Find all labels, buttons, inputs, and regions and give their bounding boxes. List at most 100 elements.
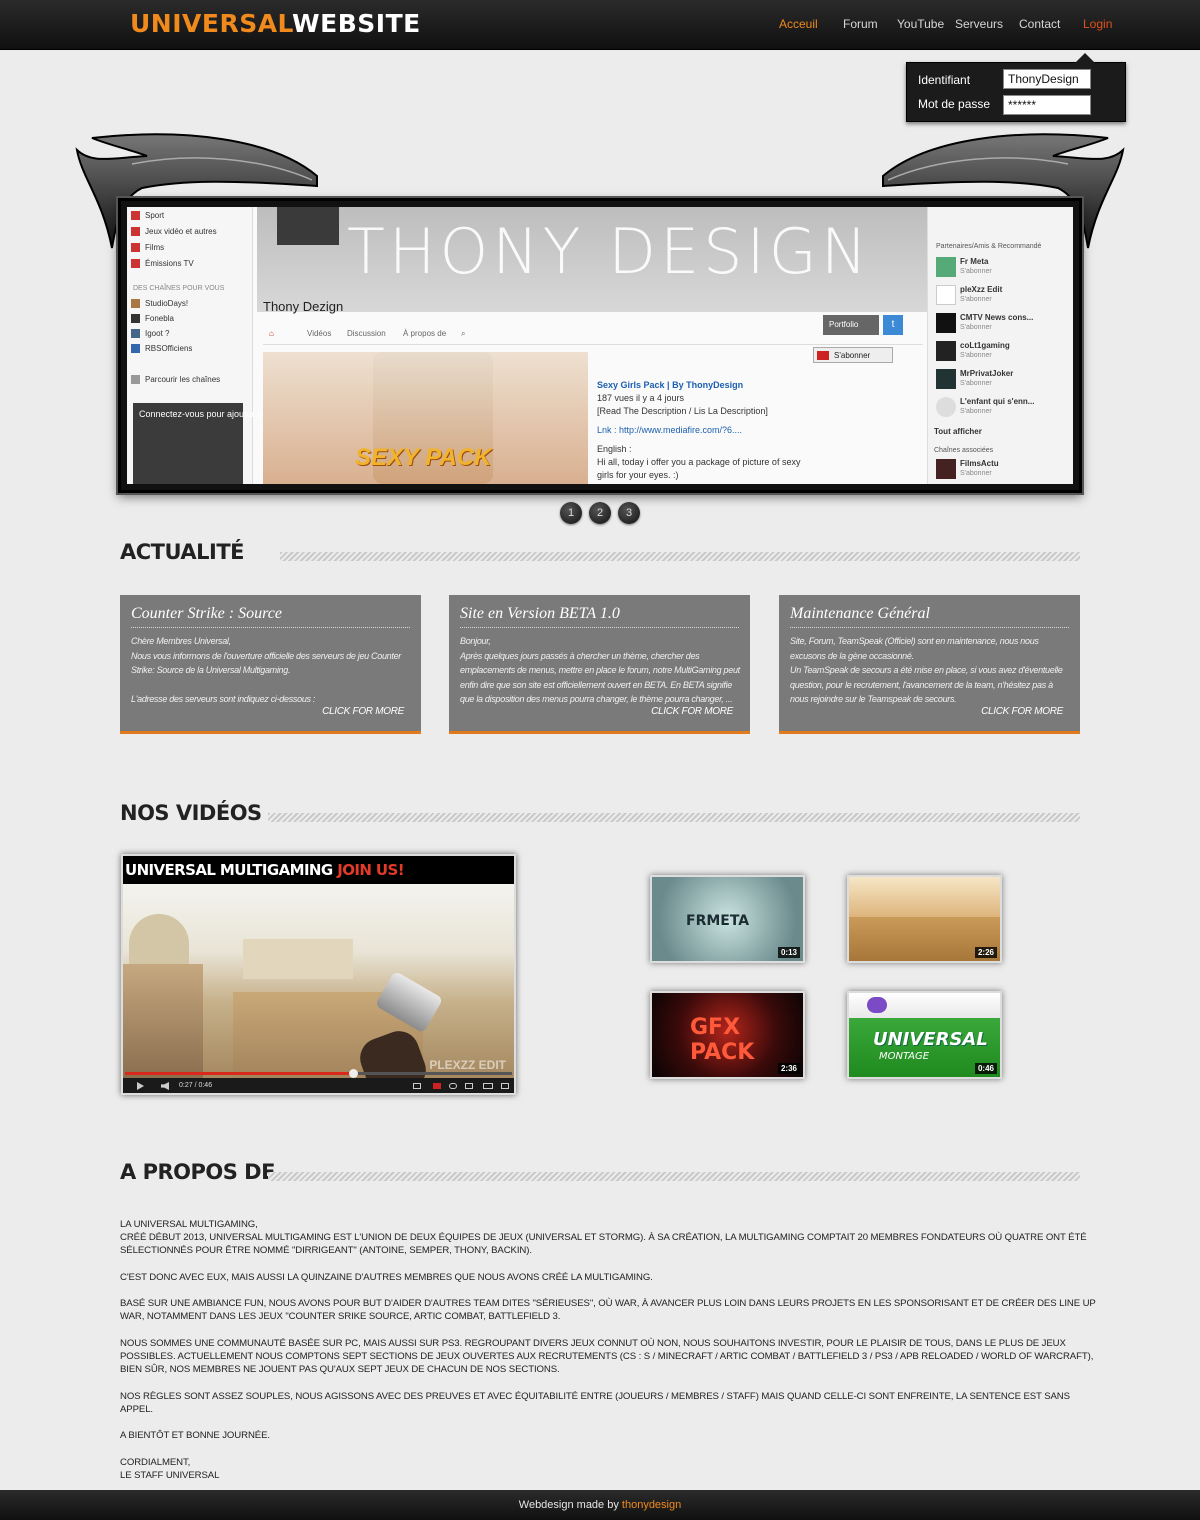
related-sub: S'abonner bbox=[960, 296, 992, 303]
related-sub: S'abonner bbox=[960, 380, 992, 387]
slider-dot-3[interactable]: 3 bbox=[618, 502, 640, 524]
youtube-icon[interactable] bbox=[433, 1083, 441, 1089]
video-overlay-text: SEXY PACK bbox=[355, 444, 492, 471]
related-item: L'enfant qui s'enn... bbox=[960, 397, 1035, 406]
click-for-more-link[interactable]: CLICK FOR MORE bbox=[981, 706, 1063, 717]
related-item: coLt1gaming bbox=[960, 341, 1010, 350]
logo-part1: UNIVERSAL bbox=[130, 9, 293, 38]
about-paragraph: Cordialment, Le Staff Universal bbox=[120, 1456, 220, 1481]
desc-line: [Read The Description / Lis La Descripti… bbox=[597, 406, 768, 416]
about-text: La Universal MultiGaming, Créé début 201… bbox=[120, 1218, 1100, 1495]
nav-login[interactable]: Login bbox=[1083, 17, 1112, 31]
fullscreen-icon[interactable] bbox=[501, 1083, 509, 1089]
yt-side-item: Jeux vidéo et autres bbox=[145, 227, 217, 236]
username-field[interactable]: ThonyDesign bbox=[1003, 69, 1091, 89]
news-card: Site en Version BETA 1.0 Bonjour, Après … bbox=[449, 595, 750, 734]
home-icon: ⌂ bbox=[269, 329, 274, 338]
video-thumbnail[interactable]: 2:26 bbox=[847, 875, 1002, 963]
logo-part2: WEBSITE bbox=[292, 9, 421, 38]
tab-about: À propos de bbox=[403, 329, 447, 338]
related-item: MrPrivatJoker bbox=[960, 369, 1014, 378]
video-thumbnail[interactable]: GFX PACK 2:36 bbox=[650, 991, 805, 1079]
section-title-news: ACTUALITÉ bbox=[120, 540, 245, 564]
about-paragraph: A bientôt et bonne journée. bbox=[120, 1430, 270, 1442]
news-card-body: Chère Membres Universal, Nous vous infor… bbox=[131, 636, 401, 704]
thumb-label: FRMETA bbox=[686, 913, 750, 929]
theater-icon[interactable] bbox=[483, 1083, 493, 1089]
main-video-player[interactable]: UNIVERSAL MULTIGAMING JOIN US! PLEXZZ ED… bbox=[121, 854, 516, 1095]
related-title: Partenaires/Amis & Recommandé bbox=[936, 243, 1042, 250]
desc-line: Hi all, today i offer you a package of p… bbox=[597, 457, 801, 480]
subscribe-button: S'abonner bbox=[813, 347, 893, 363]
channel-tabs: ⌂ Vidéos Discussion À propos de ⌕ bbox=[263, 325, 923, 345]
related-sub: S'abonner bbox=[960, 408, 992, 415]
thumb-duration: 2:26 bbox=[974, 947, 997, 958]
about-paragraph: Nos règles sont assez souples, nous agis… bbox=[120, 1390, 1070, 1415]
yt-side-heading: DES CHAÎNES POUR VOUS bbox=[133, 285, 225, 292]
related-item: pleXzz Edit bbox=[960, 285, 1003, 294]
associated-title: Chaînes associées bbox=[934, 447, 994, 454]
password-field[interactable]: ****** bbox=[1003, 95, 1091, 115]
slider-dot-1[interactable]: 1 bbox=[560, 502, 582, 524]
desc-link: Lnk : http://www.mediafire.com/?6.... bbox=[597, 425, 743, 435]
desc-line: English : bbox=[597, 444, 632, 454]
footer: Webdesign made by thonydesign bbox=[0, 1490, 1200, 1520]
yt-side-item: Films bbox=[145, 243, 165, 252]
slide-youtube-screenshot: Sport Jeux vidéo et autres Films Émissio… bbox=[127, 207, 1073, 484]
related-sub: S'abonner bbox=[960, 268, 992, 275]
yt-side-item: StudioDays! bbox=[145, 299, 189, 308]
thumb-duration: 0:13 bbox=[777, 947, 800, 958]
section-divider bbox=[280, 552, 1080, 561]
section-title-videos: NOS VIDÉOS bbox=[120, 801, 262, 825]
nav-home[interactable]: Acceuil bbox=[779, 17, 818, 31]
tab-discussion: Discussion bbox=[347, 329, 386, 338]
news-card-body: Site, Forum, TeamSpeak (Officiel) sont e… bbox=[790, 636, 1063, 704]
section-divider bbox=[268, 813, 1080, 822]
news-card-title[interactable]: Site en Version BETA 1.0 bbox=[460, 605, 620, 623]
video-title-main: UNIVERSAL MULTIGAMING bbox=[125, 861, 333, 879]
click-for-more-link[interactable]: CLICK FOR MORE bbox=[651, 706, 733, 717]
username-label: Identifiant bbox=[918, 73, 971, 87]
miniplayer-icon[interactable] bbox=[465, 1083, 473, 1089]
thumb-label: UNIVERSAL bbox=[873, 1029, 988, 1050]
image-slider[interactable]: Sport Jeux vidéo et autres Films Émissio… bbox=[118, 198, 1082, 493]
search-icon: ⌕ bbox=[461, 329, 466, 338]
yt-side-item: Émissions TV bbox=[145, 259, 194, 268]
video-title: Sexy Girls Pack | By ThonyDesign bbox=[597, 380, 744, 390]
thumb-sublabel: MONTAGE bbox=[879, 1051, 930, 1062]
nav-youtube[interactable]: YouTube bbox=[897, 17, 944, 31]
video-thumbnail[interactable]: FRMETA 0:13 bbox=[650, 875, 805, 963]
yt-side-item: Fonebla bbox=[145, 314, 174, 323]
site-logo[interactable]: UNIVERSALWEBSITE bbox=[130, 9, 421, 38]
video-thumbnail[interactable]: UNIVERSAL MONTAGE 0:46 bbox=[847, 991, 1002, 1079]
top-navbar: UNIVERSALWEBSITE Acceuil Forum YouTube S… bbox=[0, 0, 1200, 50]
yt-side-item: Sport bbox=[145, 211, 165, 220]
settings-icon[interactable] bbox=[449, 1083, 457, 1089]
nav-contact[interactable]: Contact bbox=[1019, 17, 1060, 31]
channel-name: Thony Dezign bbox=[263, 299, 344, 314]
channel-banner: THONY DESIGN bbox=[257, 207, 927, 312]
related-item: FilmsActu bbox=[960, 459, 999, 468]
about-paragraph: Nous sommes une communauté basée sur PC,… bbox=[120, 1337, 1094, 1376]
click-for-more-link[interactable]: CLICK FOR MORE bbox=[322, 706, 404, 717]
video-time: 0:27 / 0:46 bbox=[179, 1082, 213, 1089]
news-card-title[interactable]: Counter Strike : Source bbox=[131, 605, 282, 623]
news-card-title[interactable]: Maintenance Général bbox=[790, 605, 930, 623]
captions-icon[interactable] bbox=[413, 1083, 421, 1089]
video-frame: PLEXZZ EDIT bbox=[123, 884, 514, 1078]
about-paragraph: La Universal MultiGaming, Créé début 201… bbox=[120, 1219, 1087, 1257]
video-description: Sexy Girls Pack | By ThonyDesign 187 vue… bbox=[597, 379, 817, 482]
nav-forum[interactable]: Forum bbox=[843, 17, 878, 31]
play-icon[interactable] bbox=[137, 1082, 144, 1090]
video-watermark: PLEXZZ EDIT bbox=[429, 1058, 506, 1072]
video-title-join: JOIN US! bbox=[337, 861, 404, 879]
slider-dot-2[interactable]: 2 bbox=[589, 502, 611, 524]
footer-author-link[interactable]: thonydesign bbox=[622, 1499, 681, 1511]
nav-servers[interactable]: Serveurs bbox=[955, 17, 1003, 31]
news-card: Maintenance Général Site, Forum, TeamSpe… bbox=[779, 595, 1080, 734]
news-card-body: Bonjour, Après quelques jours passés à c… bbox=[460, 636, 740, 704]
related-sub: S'abonner bbox=[960, 324, 992, 331]
yt-side-item: Parcourir les chaînes bbox=[145, 375, 221, 384]
section-title-about: A PROPOS DE bbox=[120, 1160, 275, 1184]
progress-handle[interactable] bbox=[349, 1069, 358, 1078]
